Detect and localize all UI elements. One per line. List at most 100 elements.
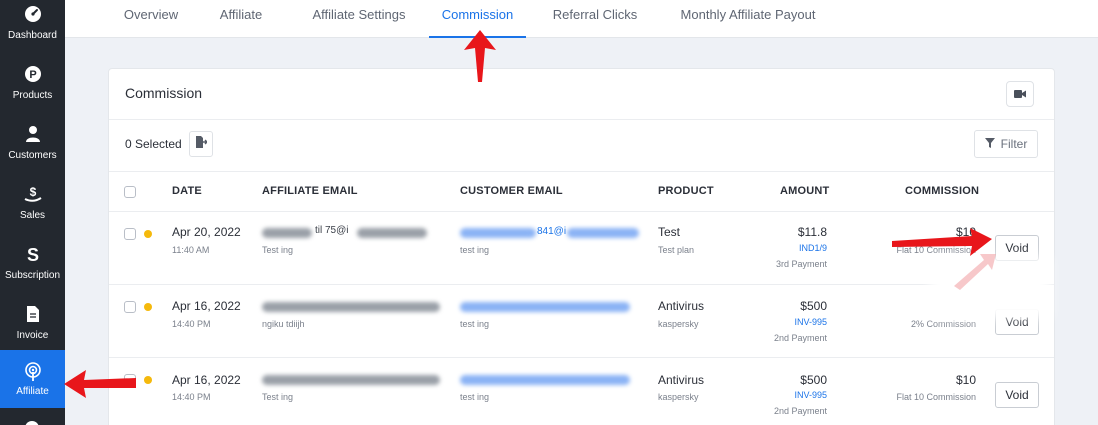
row-customer-email[interactable]: 841@i	[537, 226, 566, 237]
row-customer-name: test ing	[460, 245, 490, 255]
row-commission-type: 2% Commission	[910, 319, 976, 329]
row-affiliate-name: ngiku tdiijh	[262, 319, 305, 329]
filter-icon	[984, 137, 995, 151]
column-header-customer-email: CUSTOMER EMAIL	[460, 185, 563, 197]
column-header-date: DATE	[172, 185, 202, 197]
row-payment: 2nd Payment	[773, 406, 827, 416]
svg-text:S: S	[26, 245, 38, 263]
selected-count: 0 Selected	[125, 137, 182, 151]
redacted-email	[460, 375, 630, 385]
select-all-checkbox[interactable]	[124, 186, 136, 198]
user-icon	[23, 124, 43, 144]
row-customer-name: test ing	[460, 319, 490, 329]
status-dot	[144, 376, 152, 384]
sidebar-item-label: Invoice	[16, 330, 49, 341]
row-date: Apr 20, 2022	[172, 225, 241, 239]
annotation-arrow-faded	[954, 254, 996, 290]
row-product: Antivirus	[658, 299, 705, 313]
sidebar-item-label: Dashboard	[8, 30, 57, 41]
tab-affiliate-settings[interactable]: Affiliate Settings	[303, 0, 415, 38]
divider	[109, 284, 1054, 285]
status-dot	[144, 303, 152, 311]
broadcast-icon	[23, 361, 43, 382]
document-icon	[23, 304, 43, 324]
row-plan: kaspersky	[658, 319, 699, 329]
row-plan: Test plan	[658, 245, 695, 255]
redacted-email	[357, 228, 427, 238]
row-product: Test	[658, 225, 681, 239]
video-button[interactable]	[1006, 81, 1034, 107]
row-payment: 2nd Payment	[773, 333, 827, 343]
sidebar-item-customers[interactable]: Customers	[0, 120, 65, 180]
sidebar: Dashboard P Products Customers $ Sales S…	[0, 0, 65, 425]
card-title: Commission	[125, 85, 203, 101]
sidebar-item-label: Subscription	[4, 270, 61, 281]
sidebar-item-affiliate[interactable]: Affiliate	[0, 350, 65, 408]
gear-icon[interactable]	[24, 415, 40, 425]
export-button[interactable]	[189, 131, 213, 157]
sidebar-item-label: Products	[12, 90, 53, 101]
filter-button[interactable]: Filter	[974, 130, 1038, 158]
row-checkbox[interactable]	[124, 228, 136, 240]
row-amount: $11.8	[797, 225, 827, 239]
redacted-email	[262, 375, 440, 385]
annotation-arrow-up	[464, 30, 496, 82]
tab-overview[interactable]: Overview	[115, 0, 187, 38]
tab-referral-clicks[interactable]: Referral Clicks	[550, 0, 640, 38]
divider	[109, 211, 1054, 212]
row-customer-name: test ing	[460, 392, 490, 402]
column-header-commission: COMMISSION	[905, 185, 980, 197]
sidebar-item-dashboard[interactable]: Dashboard	[0, 0, 65, 50]
redacted-email	[262, 228, 312, 238]
row-time: 11:40 AM	[172, 245, 210, 255]
export-icon	[195, 135, 208, 153]
column-header-amount: AMOUNT	[780, 185, 830, 197]
sidebar-item-label: Customers	[8, 150, 57, 161]
tab-affiliate[interactable]: Affiliate	[213, 0, 269, 38]
divider	[109, 171, 1054, 172]
row-invoice-link[interactable]: INV-995	[794, 390, 827, 400]
column-header-product: PRODUCT	[658, 185, 714, 197]
row-time: 14:40 PM	[172, 319, 211, 329]
status-dot	[144, 230, 152, 238]
sidebar-item-sales[interactable]: $ Sales	[0, 180, 65, 240]
row-amount: $500	[800, 373, 827, 387]
svg-text:P: P	[29, 69, 36, 81]
sidebar-item-subscription[interactable]: S Subscription	[0, 240, 65, 300]
redacted-email	[262, 302, 440, 312]
row-payment: 3rd Payment	[775, 259, 827, 269]
row-affiliate-name: Test ing	[262, 245, 294, 255]
dollar-hand-icon: $	[23, 184, 43, 204]
filter-label: Filter	[1000, 137, 1028, 151]
row-commission: $10	[955, 373, 976, 387]
row-date: Apr 16, 2022	[172, 299, 241, 313]
row-amount: $500	[800, 299, 827, 313]
svg-text:$: $	[29, 185, 36, 199]
video-camera-icon	[1014, 85, 1026, 103]
speedometer-icon	[23, 4, 43, 24]
divider	[109, 119, 1054, 120]
sidebar-item-label: Sales	[19, 210, 45, 221]
redacted-email	[567, 228, 639, 238]
row-affiliate-name: Test ing	[262, 392, 294, 402]
row-invoice-link[interactable]: INV-995	[794, 317, 827, 327]
row-product: Antivirus	[658, 373, 705, 387]
row-commission-type: Flat 10 Commission	[896, 392, 976, 402]
sidebar-item-label: Affiliate	[16, 385, 49, 397]
divider	[109, 357, 1054, 358]
top-tabs: Overview Affiliate Affiliate Settings Co…	[65, 0, 1098, 38]
row-time: 14:40 PM	[172, 392, 211, 402]
row-date: Apr 16, 2022	[172, 373, 241, 387]
row-checkbox[interactable]	[124, 301, 136, 313]
row-invoice-link[interactable]: IND1/9	[799, 243, 827, 253]
tab-monthly-affiliate-payout[interactable]: Monthly Affiliate Payout	[673, 0, 823, 38]
redacted-email	[460, 228, 536, 238]
void-button[interactable]: Void	[995, 382, 1039, 408]
redacted-email	[460, 302, 630, 312]
sidebar-item-products[interactable]: P Products	[0, 60, 65, 120]
row-plan: kaspersky	[658, 392, 699, 402]
annotation-arrow-left	[64, 370, 136, 398]
subscription-s-icon: S	[23, 244, 43, 264]
column-header-affiliate-email: AFFILIATE EMAIL	[262, 185, 358, 197]
row-affiliate-email: til 75@i	[315, 225, 349, 236]
